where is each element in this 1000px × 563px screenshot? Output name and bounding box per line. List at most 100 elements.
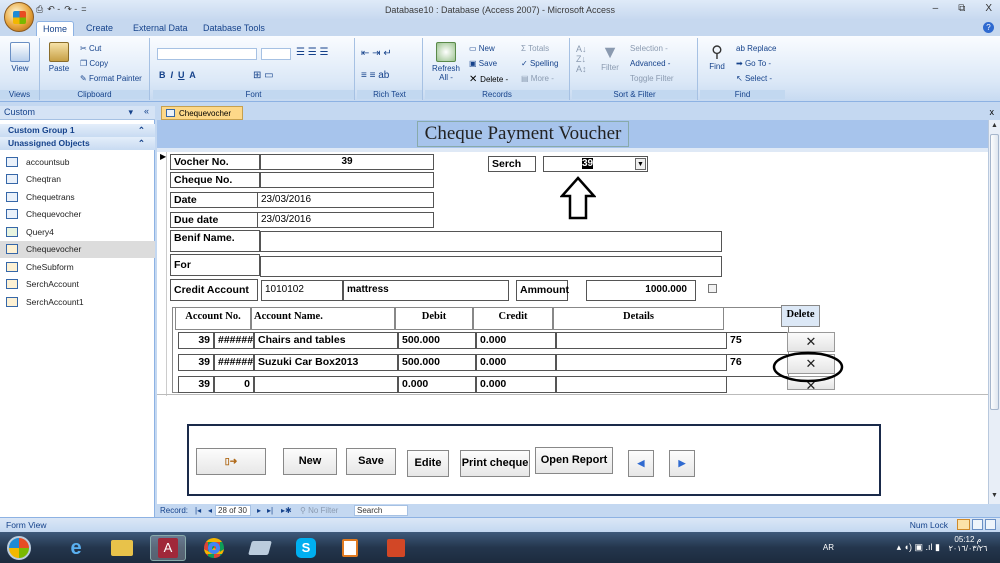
form-view-icon[interactable]	[957, 519, 970, 530]
clock[interactable]: 05:12 م ٢٠١٦/٠٣/٢٦	[946, 535, 990, 553]
credit-account-name-field[interactable]: mattress	[343, 280, 509, 301]
no-filter-indicator[interactable]: ⚲ No Filter	[300, 506, 338, 515]
cell-voucher-no[interactable]: 39	[178, 354, 214, 371]
font-color-button[interactable]: A	[189, 70, 196, 80]
tab-home[interactable]: Home	[36, 21, 75, 36]
tray-icons[interactable]: ▴ ◖) ▣ .ıl ▮	[897, 542, 940, 553]
close-document-icon[interactable]: x	[990, 107, 995, 117]
spelling-button[interactable]: ✓ Spelling	[521, 59, 558, 68]
edite-button[interactable]: Edite	[407, 450, 449, 477]
cell-account-no[interactable]: #######	[214, 354, 254, 371]
cell-details[interactable]	[556, 354, 727, 371]
cell-debit[interactable]: 500.000	[398, 332, 476, 349]
exit-button[interactable]: ▯➜	[196, 448, 266, 475]
scroll-down-icon[interactable]: ▼	[991, 492, 998, 499]
print-cheque-button[interactable]: Print cheque	[460, 450, 530, 477]
italic-button[interactable]: I	[171, 70, 174, 80]
cell-account-name[interactable]	[254, 376, 398, 393]
nav-item-cheqtran[interactable]: Cheqtran	[0, 171, 155, 188]
current-record-field[interactable]: 28 of 30	[215, 505, 251, 516]
nav-item-chesubform[interactable]: CheSubform	[0, 258, 155, 275]
format-painter-button[interactable]: ✎ Format Painter	[80, 74, 142, 83]
cell-details[interactable]	[556, 332, 727, 349]
replace-button[interactable]: ab Replace	[736, 44, 776, 53]
new-button[interactable]: New	[283, 448, 337, 475]
taskbar-skype[interactable]: S	[288, 535, 324, 561]
save-button[interactable]: Save	[346, 448, 396, 475]
ammount-field[interactable]: 1000.000	[586, 280, 696, 301]
minimize-icon[interactable]: –	[933, 3, 939, 14]
toggle-filter-button[interactable]: Toggle Filter	[630, 74, 674, 83]
format-buttons[interactable]: B I U A	[159, 70, 196, 80]
next-record-button[interactable]: ▶	[669, 450, 695, 477]
credit-account-code-field[interactable]: 1010102	[261, 280, 343, 301]
cell-line-id[interactable]: 75	[727, 332, 791, 349]
cell-account-no[interactable]: #######	[214, 332, 254, 349]
first-record-icon[interactable]: |◂	[195, 506, 201, 515]
paste-button[interactable]: Paste	[46, 42, 72, 73]
cell-credit[interactable]: 0.000	[476, 354, 556, 371]
cell-credit[interactable]: 0.000	[476, 376, 556, 393]
nav-group-unassigned[interactable]: Unassigned Objects ⌃	[0, 137, 155, 150]
bold-button[interactable]: B	[159, 70, 166, 80]
cell-debit[interactable]: 500.000	[398, 354, 476, 371]
find-button[interactable]: ⚲ Find	[704, 42, 730, 71]
cheque-no-field[interactable]	[260, 172, 434, 188]
cell-credit[interactable]: 0.000	[476, 332, 556, 349]
tab-create[interactable]: Create	[80, 21, 119, 36]
cell-voucher-no[interactable]: 39	[178, 332, 214, 349]
cell-account-name[interactable]: Chairs and tables	[254, 332, 398, 349]
view-button[interactable]: View	[8, 42, 32, 73]
nav-item-serchaccount1[interactable]: SerchAccount1	[0, 293, 155, 310]
gridlines-icon[interactable]: ⊞ ▭	[253, 70, 274, 81]
prev-record-icon[interactable]: ◂	[208, 506, 212, 515]
select-button[interactable]: ↖ Select -	[736, 74, 772, 83]
nav-item-chequetrans[interactable]: Chequetrans	[0, 188, 155, 205]
serch-combo[interactable]: 39	[543, 156, 648, 172]
underline-button[interactable]: U	[178, 70, 185, 80]
taskbar-access[interactable]: A	[150, 535, 186, 561]
taskbar-media[interactable]	[332, 535, 368, 561]
nav-item-serchaccount[interactable]: SerchAccount	[0, 276, 155, 293]
cell-account-name[interactable]: Suzuki Car Box2013	[254, 354, 398, 371]
cell-debit[interactable]: 0.000	[398, 376, 476, 393]
restore-icon[interactable]: ⧉	[958, 3, 965, 14]
taskbar-explorer[interactable]	[104, 535, 140, 561]
goto-button[interactable]: ➡ Go To -	[736, 59, 771, 68]
scroll-up-icon[interactable]: ▲	[991, 122, 998, 129]
selection-button[interactable]: Selection -	[630, 44, 668, 53]
font-name-select[interactable]	[157, 48, 257, 60]
next-record-icon[interactable]: ▸	[257, 506, 261, 515]
document-tab[interactable]: Chequevocher	[161, 106, 243, 120]
nav-item-chequevocher[interactable]: Chequevocher	[0, 240, 155, 258]
sort-icons[interactable]: A↓ Z↓ A↕	[576, 44, 587, 74]
delete-record-button[interactable]: ✕ Delete -	[469, 74, 508, 85]
open-report-button[interactable]: Open Report	[535, 447, 613, 474]
chevron-down-icon[interactable]: ▾	[128, 107, 133, 118]
cut-button[interactable]: ✂ Cut	[80, 44, 101, 53]
tab-external-data[interactable]: External Data	[127, 21, 194, 36]
taskbar-app[interactable]	[242, 535, 278, 561]
delete-row-button[interactable]: ✕	[787, 332, 835, 352]
record-selector[interactable]: ▶	[157, 152, 167, 396]
due-date-field[interactable]: 23/03/2016	[257, 212, 434, 228]
taskbar-ie[interactable]: e	[58, 535, 94, 561]
new-record-button[interactable]: ▭ New	[469, 44, 495, 53]
vertical-scrollbar[interactable]: ▲ ▼	[988, 120, 1000, 504]
refresh-all-button[interactable]: Refresh All -	[429, 42, 463, 82]
for-field[interactable]	[260, 256, 722, 277]
vocher-no-field[interactable]: 39	[260, 154, 434, 170]
advanced-button[interactable]: Advanced -	[630, 59, 670, 68]
nav-item-query4[interactable]: Query4	[0, 223, 155, 240]
scroll-thumb[interactable]	[990, 134, 999, 410]
copy-button[interactable]: ❐ Copy	[80, 59, 108, 68]
list-icons[interactable]: ≡ ≡ ab	[361, 70, 389, 81]
filter-button[interactable]: ▼ Filter	[596, 42, 624, 72]
cell-details[interactable]	[556, 376, 727, 393]
save-record-button[interactable]: ▣ Save	[469, 59, 497, 68]
design-view-icon[interactable]	[985, 519, 996, 530]
datasheet-view-icon[interactable]	[972, 519, 983, 530]
indent-icons[interactable]: ⇤ ⇥ ↵	[361, 48, 392, 59]
help-icon[interactable]: ?	[983, 22, 994, 33]
nav-item-chequevocher[interactable]: Chequevocher	[0, 206, 155, 223]
